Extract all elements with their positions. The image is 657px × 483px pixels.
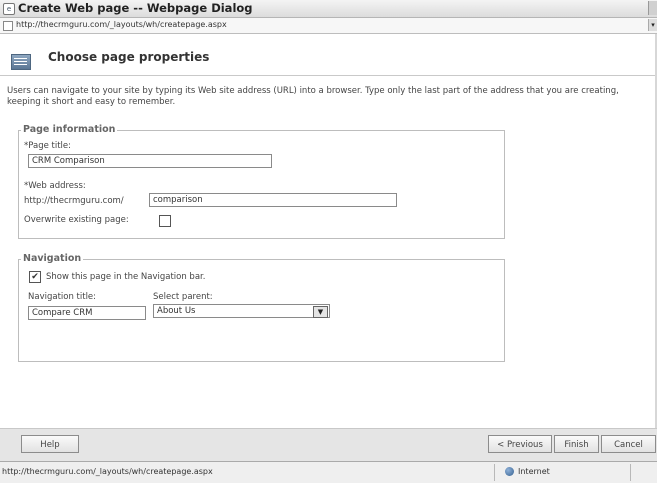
- status-divider: [630, 464, 631, 481]
- zone-label: Internet: [518, 467, 550, 476]
- select-arrow-icon[interactable]: ▼: [313, 306, 328, 318]
- address-bar: http://thecrmguru.com/_layouts/wh/create…: [0, 18, 657, 34]
- button-bar: Help < Previous Finish Cancel: [0, 428, 657, 461]
- web-address-label: *Web address:: [24, 181, 86, 191]
- overwrite-label: Overwrite existing page:: [24, 215, 129, 225]
- web-address-prefix: http://thecrmguru.com/: [24, 196, 124, 206]
- security-zone: Internet: [505, 467, 550, 476]
- window-title: Create Web page -- Webpage Dialog: [18, 1, 253, 15]
- select-parent-dropdown[interactable]: About Us ▼: [153, 304, 330, 318]
- nav-title-label: Navigation title:: [28, 292, 97, 302]
- navigation-legend: Navigation: [21, 253, 84, 264]
- address-dropdown-icon[interactable]: ▾: [648, 19, 657, 31]
- show-in-nav-checkbox[interactable]: ✔: [29, 271, 41, 283]
- page-icon: [3, 21, 13, 31]
- globe-icon: [505, 467, 514, 476]
- select-parent-value: About Us: [157, 306, 196, 316]
- show-in-nav-label: Show this page in the Navigation bar.: [46, 272, 206, 282]
- overwrite-checkbox[interactable]: [159, 215, 171, 227]
- help-button[interactable]: Help: [21, 435, 79, 453]
- status-url: http://thecrmguru.com/_layouts/wh/create…: [2, 467, 213, 476]
- dialog-content: Choose page properties Users can navigat…: [0, 34, 657, 429]
- select-parent-label: Select parent:: [153, 292, 213, 302]
- cancel-button[interactable]: Cancel: [601, 435, 656, 453]
- window-control-icon[interactable]: [648, 1, 657, 15]
- page-properties-icon: [11, 54, 31, 70]
- status-bar: http://thecrmguru.com/_layouts/wh/create…: [0, 461, 657, 483]
- page-title-label: *Page title:: [24, 141, 72, 151]
- previous-button[interactable]: < Previous: [488, 435, 552, 453]
- finish-button[interactable]: Finish: [554, 435, 599, 453]
- address-url: http://thecrmguru.com/_layouts/wh/create…: [16, 20, 227, 29]
- ie-page-icon: e: [3, 3, 15, 15]
- intro-text: Users can navigate to your site by typin…: [7, 86, 619, 107]
- dialog-header: Choose page properties: [0, 34, 655, 76]
- page-information-legend: Page information: [21, 124, 118, 135]
- status-divider: [494, 464, 495, 481]
- page-title-input[interactable]: [28, 154, 272, 168]
- window-title-bar: e Create Web page -- Webpage Dialog: [0, 0, 657, 18]
- page-title: Choose page properties: [48, 50, 210, 64]
- nav-title-input[interactable]: [28, 306, 146, 320]
- web-address-input[interactable]: [149, 193, 397, 207]
